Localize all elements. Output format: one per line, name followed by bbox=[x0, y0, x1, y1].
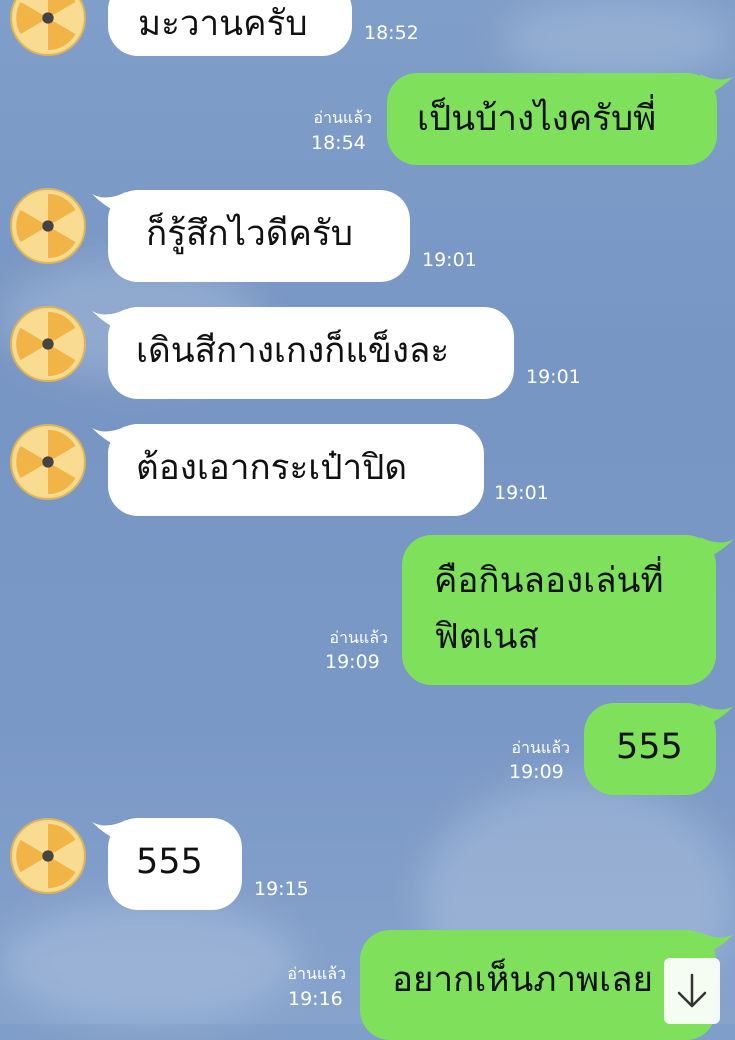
message-time: 19:01 bbox=[494, 482, 549, 504]
read-receipt: อ่านแล้ว bbox=[329, 628, 388, 647]
message-text: มะวานครับ bbox=[138, 4, 308, 44]
message-time: 19:01 bbox=[526, 366, 581, 388]
message-bubble-incoming[interactable]: ต้องเอากระเป๋าปิด bbox=[108, 424, 484, 516]
message-text: คือกินลองเล่นที่ ฟิตเนส bbox=[434, 561, 664, 657]
bubble-tail bbox=[700, 704, 734, 726]
message-time: 19:09 bbox=[509, 761, 564, 783]
contact-avatar[interactable] bbox=[10, 424, 86, 500]
message-time: 19:15 bbox=[254, 878, 309, 900]
message-time: 18:52 bbox=[364, 22, 419, 44]
background-cloud bbox=[500, 0, 735, 80]
scroll-to-bottom-button[interactable] bbox=[664, 958, 720, 1024]
message-time: 19:16 bbox=[288, 988, 343, 1010]
arrow-down-icon bbox=[677, 973, 707, 1008]
contact-avatar[interactable] bbox=[10, 306, 86, 382]
cd-disc-icon bbox=[13, 427, 83, 497]
cd-disc-icon bbox=[13, 821, 83, 891]
message-bubble-incoming[interactable]: มะวานครับ bbox=[108, 0, 352, 56]
cd-disc-icon bbox=[13, 0, 83, 53]
message-time: 19:09 bbox=[325, 651, 380, 673]
message-text: ก็รู้สึกไวดีครับ bbox=[146, 214, 353, 254]
message-text: เป็นบ้างไงครับพี่ bbox=[417, 99, 657, 139]
message-bubble-incoming[interactable]: 555 bbox=[108, 818, 242, 910]
contact-avatar[interactable] bbox=[10, 188, 86, 264]
bubble-tail bbox=[700, 74, 734, 96]
message-bubble-outgoing[interactable]: คือกินลองเล่นที่ ฟิตเนส bbox=[402, 535, 716, 685]
bubble-tail bbox=[700, 932, 734, 954]
read-receipt: อ่านแล้ว bbox=[287, 964, 346, 983]
message-bubble-outgoing[interactable]: 555 bbox=[584, 703, 716, 795]
read-receipt: อ่านแล้ว bbox=[511, 738, 570, 757]
message-text: ต้องเอากระเป๋าปิด bbox=[136, 448, 408, 488]
message-bubble-incoming[interactable]: ก็รู้สึกไวดีครับ bbox=[108, 190, 410, 282]
contact-avatar[interactable] bbox=[10, 0, 86, 56]
message-time: 18:54 bbox=[311, 132, 366, 154]
read-receipt: อ่านแล้ว bbox=[313, 108, 372, 127]
message-text: 555 bbox=[136, 842, 203, 882]
background-cloud bbox=[0, 900, 300, 1024]
message-bubble-incoming[interactable]: เดินสีกางเกงก็แข็งละ bbox=[108, 307, 514, 399]
message-text: เดินสีกางเกงก็แข็งละ bbox=[136, 331, 450, 371]
cd-disc-icon bbox=[13, 309, 83, 379]
cd-disc-icon bbox=[13, 191, 83, 261]
contact-avatar[interactable] bbox=[10, 818, 86, 894]
message-bubble-outgoing[interactable]: เป็นบ้างไงครับพี่ bbox=[387, 73, 717, 165]
bubble-tail bbox=[700, 537, 734, 559]
message-time: 19:01 bbox=[422, 249, 477, 271]
